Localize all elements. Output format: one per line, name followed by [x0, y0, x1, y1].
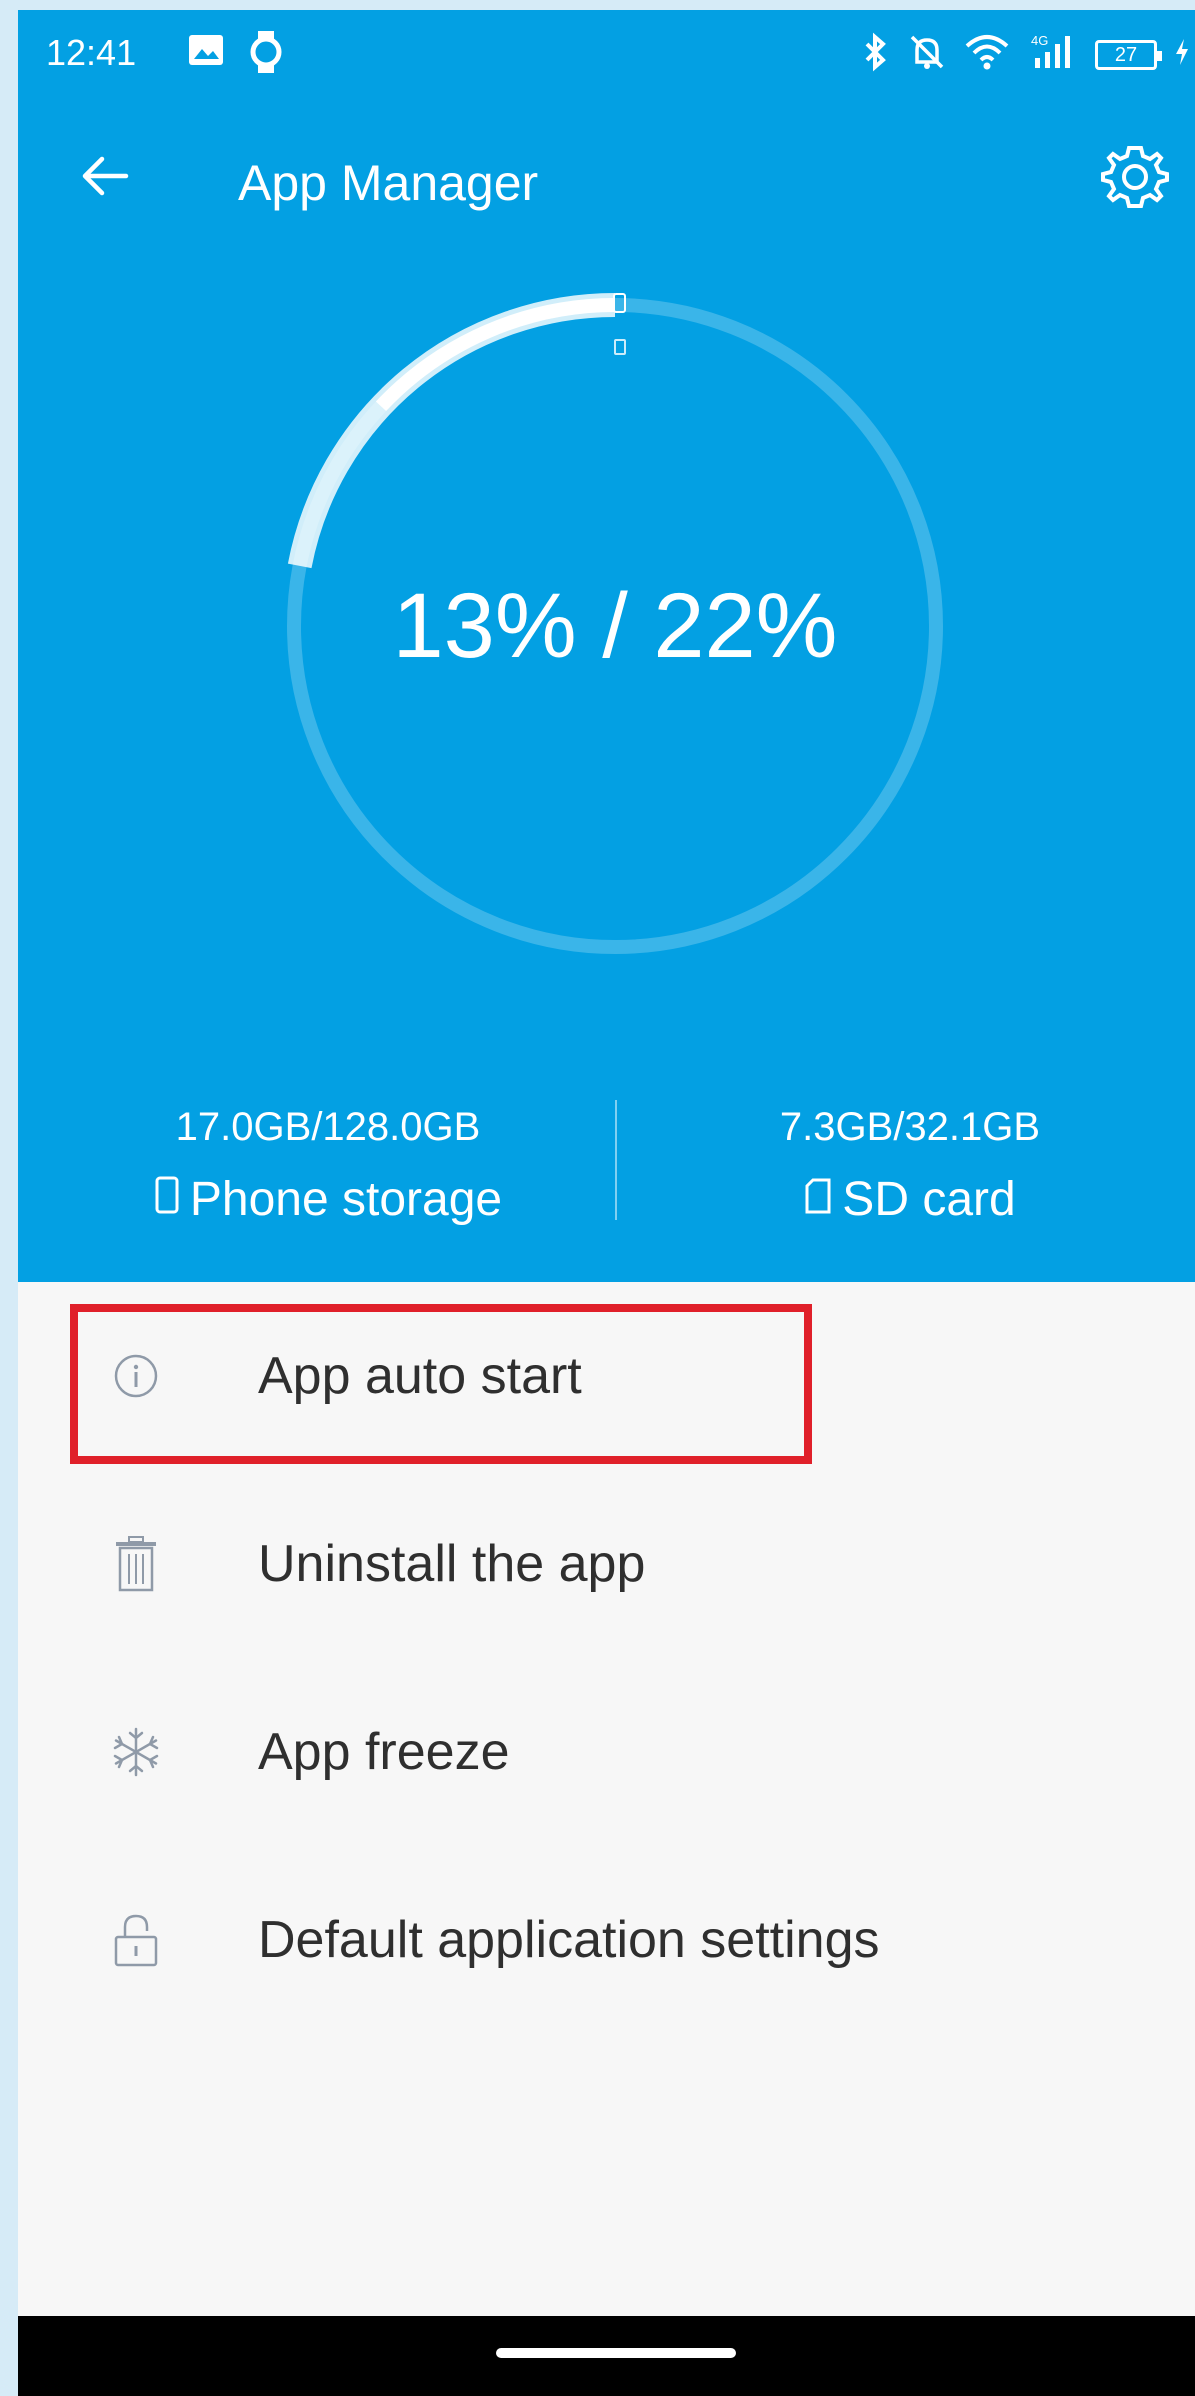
storage-divider [615, 1100, 617, 1220]
status-time: 12:41 [46, 32, 137, 73]
lock-icon [104, 1908, 168, 1972]
trash-icon [104, 1532, 168, 1596]
highlight-box [70, 1304, 812, 1464]
header: 12:41 4G 27 App Manager 13% / 22% 17.0GB… [18, 10, 1195, 1282]
watch-icon [248, 30, 284, 79]
phone-storage-summary: 17.0GB/128.0GB Phone storage [48, 1105, 608, 1227]
title-bar: App Manager [18, 120, 1195, 230]
arrow-left-icon [82, 156, 129, 196]
menu-label: Uninstall the app [258, 1535, 646, 1593]
back-button[interactable] [76, 146, 136, 206]
phone-screen: 12:41 4G 27 App Manager 13% / 22% 17.0GB… [18, 10, 1195, 2396]
bluetooth-icon [861, 32, 889, 77]
battery-icon: 27 [1095, 39, 1162, 70]
status-bar: 12:41 4G 27 [18, 10, 1195, 100]
cellular-4g-icon: 4G [1027, 32, 1077, 77]
phone-storage-amount: 17.0GB/128.0GB [175, 1105, 481, 1149]
phone-storage-label: Phone storage [189, 1173, 503, 1226]
menu-label: Default application settings [258, 1911, 880, 1969]
sd-card-amount: 7.3GB/32.1GB [779, 1105, 1041, 1149]
settings-button[interactable] [1099, 140, 1171, 212]
home-indicator[interactable] [496, 2348, 736, 2358]
bell-off-icon [907, 32, 947, 77]
charging-icon [1175, 38, 1189, 71]
phone-icon [154, 1172, 180, 1227]
sd-card-summary: 7.3GB/32.1GB SD card [630, 1105, 1190, 1227]
snowflake-icon [104, 1720, 168, 1784]
gear-icon [1101, 146, 1169, 208]
sd-card-label: SD card [842, 1173, 1016, 1226]
menu-item-app-freeze[interactable]: App freeze [18, 1658, 1195, 1846]
menu-item-uninstall[interactable]: Uninstall the app [18, 1470, 1195, 1658]
wifi-icon [965, 34, 1009, 75]
sd-card-icon [804, 1172, 832, 1227]
navigation-bar [18, 2316, 1195, 2396]
storage-usage-ring: 13% / 22% [265, 276, 965, 976]
image-icon [186, 30, 226, 79]
app-manager-menu: App auto start Uninstall the app App fre… [18, 1282, 1195, 2034]
menu-item-app-auto-start[interactable]: App auto start [18, 1282, 1195, 1470]
menu-label: App freeze [258, 1723, 510, 1781]
menu-item-default-app-settings[interactable]: Default application settings [18, 1846, 1195, 2034]
svg-text:4G: 4G [1031, 33, 1048, 48]
page-title: App Manager [238, 155, 539, 211]
usage-percent-text: 13% / 22% [392, 574, 838, 677]
